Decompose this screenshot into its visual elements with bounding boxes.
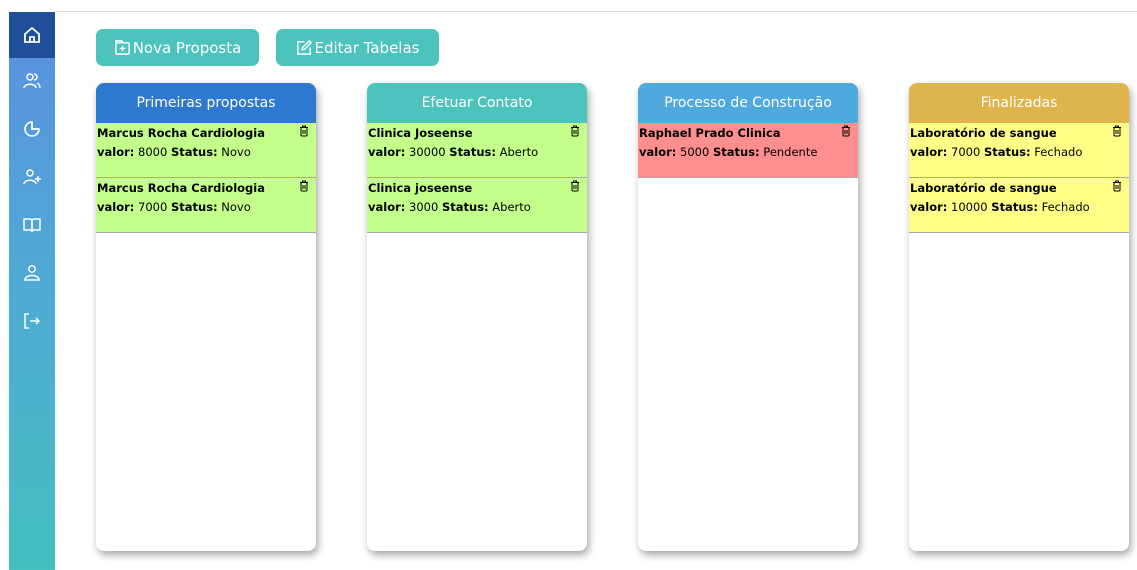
edit-tables-button[interactable]: Editar Tabelas (276, 29, 439, 66)
column-header: Primeiras propostas (96, 83, 316, 123)
trash-icon[interactable] (299, 125, 309, 137)
trash-icon[interactable] (841, 125, 851, 137)
add-file-icon (114, 39, 131, 56)
card-details: valor: 10000 Status: Fechado (910, 200, 1090, 214)
new-proposal-label: Nova Proposta (132, 38, 242, 57)
logout-icon[interactable] (22, 311, 42, 331)
trash-icon[interactable] (1112, 180, 1122, 192)
proposal-card[interactable]: Laboratório de sangue valor: 7000 Status… (909, 123, 1129, 178)
card-name: Laboratório de sangue (910, 126, 1057, 140)
proposal-card[interactable]: Raphael Prado Clinica valor: 5000 Status… (638, 123, 858, 178)
proposal-card[interactable]: Marcus Rocha Cardiologia valor: 8000 Sta… (96, 123, 316, 178)
edit-icon (296, 39, 313, 56)
sidebar-item-home[interactable] (9, 12, 55, 58)
column-efetuar-contato: Efetuar Contato Clinica Joseense valor: … (367, 83, 587, 551)
proposal-card[interactable]: Laboratório de sangue valor: 10000 Statu… (909, 178, 1129, 233)
user-plus-icon[interactable] (22, 167, 42, 187)
pie-chart-icon[interactable] (22, 119, 42, 139)
book-icon[interactable] (22, 215, 42, 235)
column-finalizadas: Finalizadas Laboratório de sangue valor:… (909, 83, 1129, 551)
proposal-card[interactable]: Clinica Joseense valor: 30000 Status: Ab… (367, 123, 587, 178)
proposal-card[interactable]: Clinica joseense valor: 3000 Status: Abe… (367, 178, 587, 233)
top-divider (55, 11, 1137, 12)
card-details: valor: 3000 Status: Aberto (368, 200, 531, 214)
column-primeiras-propostas: Primeiras propostas Marcus Rocha Cardiol… (96, 83, 316, 551)
card-details: valor: 7000 Status: Novo (97, 200, 251, 214)
column-processo-de-construcao: Processo de Construção Raphael Prado Cli… (638, 83, 858, 551)
card-details: valor: 30000 Status: Aberto (368, 145, 539, 159)
trash-icon[interactable] (570, 180, 580, 192)
trash-icon[interactable] (299, 180, 309, 192)
card-details: valor: 8000 Status: Novo (97, 145, 251, 159)
sidebar (9, 12, 55, 570)
card-name: Marcus Rocha Cardiologia (97, 126, 265, 140)
proposal-card[interactable]: Marcus Rocha Cardiologia valor: 7000 Sta… (96, 178, 316, 233)
home-icon (22, 25, 42, 45)
user-icon[interactable] (22, 263, 42, 283)
column-header: Efetuar Contato (367, 83, 587, 123)
users-icon[interactable] (22, 71, 42, 91)
trash-icon[interactable] (1112, 125, 1122, 137)
card-name: Raphael Prado Clinica (639, 126, 781, 140)
card-name: Clinica Joseense (368, 126, 473, 140)
card-details: valor: 5000 Status: Pendente (639, 145, 818, 159)
card-details: valor: 7000 Status: Fechado (910, 145, 1083, 159)
card-name: Marcus Rocha Cardiologia (97, 181, 265, 195)
edit-tables-label: Editar Tabelas (314, 38, 420, 57)
card-name: Clinica joseense (368, 181, 473, 195)
trash-icon[interactable] (570, 125, 580, 137)
new-proposal-button[interactable]: Nova Proposta (96, 29, 259, 66)
column-header: Finalizadas (909, 83, 1129, 123)
column-header: Processo de Construção (638, 83, 858, 123)
card-name: Laboratório de sangue (910, 181, 1057, 195)
